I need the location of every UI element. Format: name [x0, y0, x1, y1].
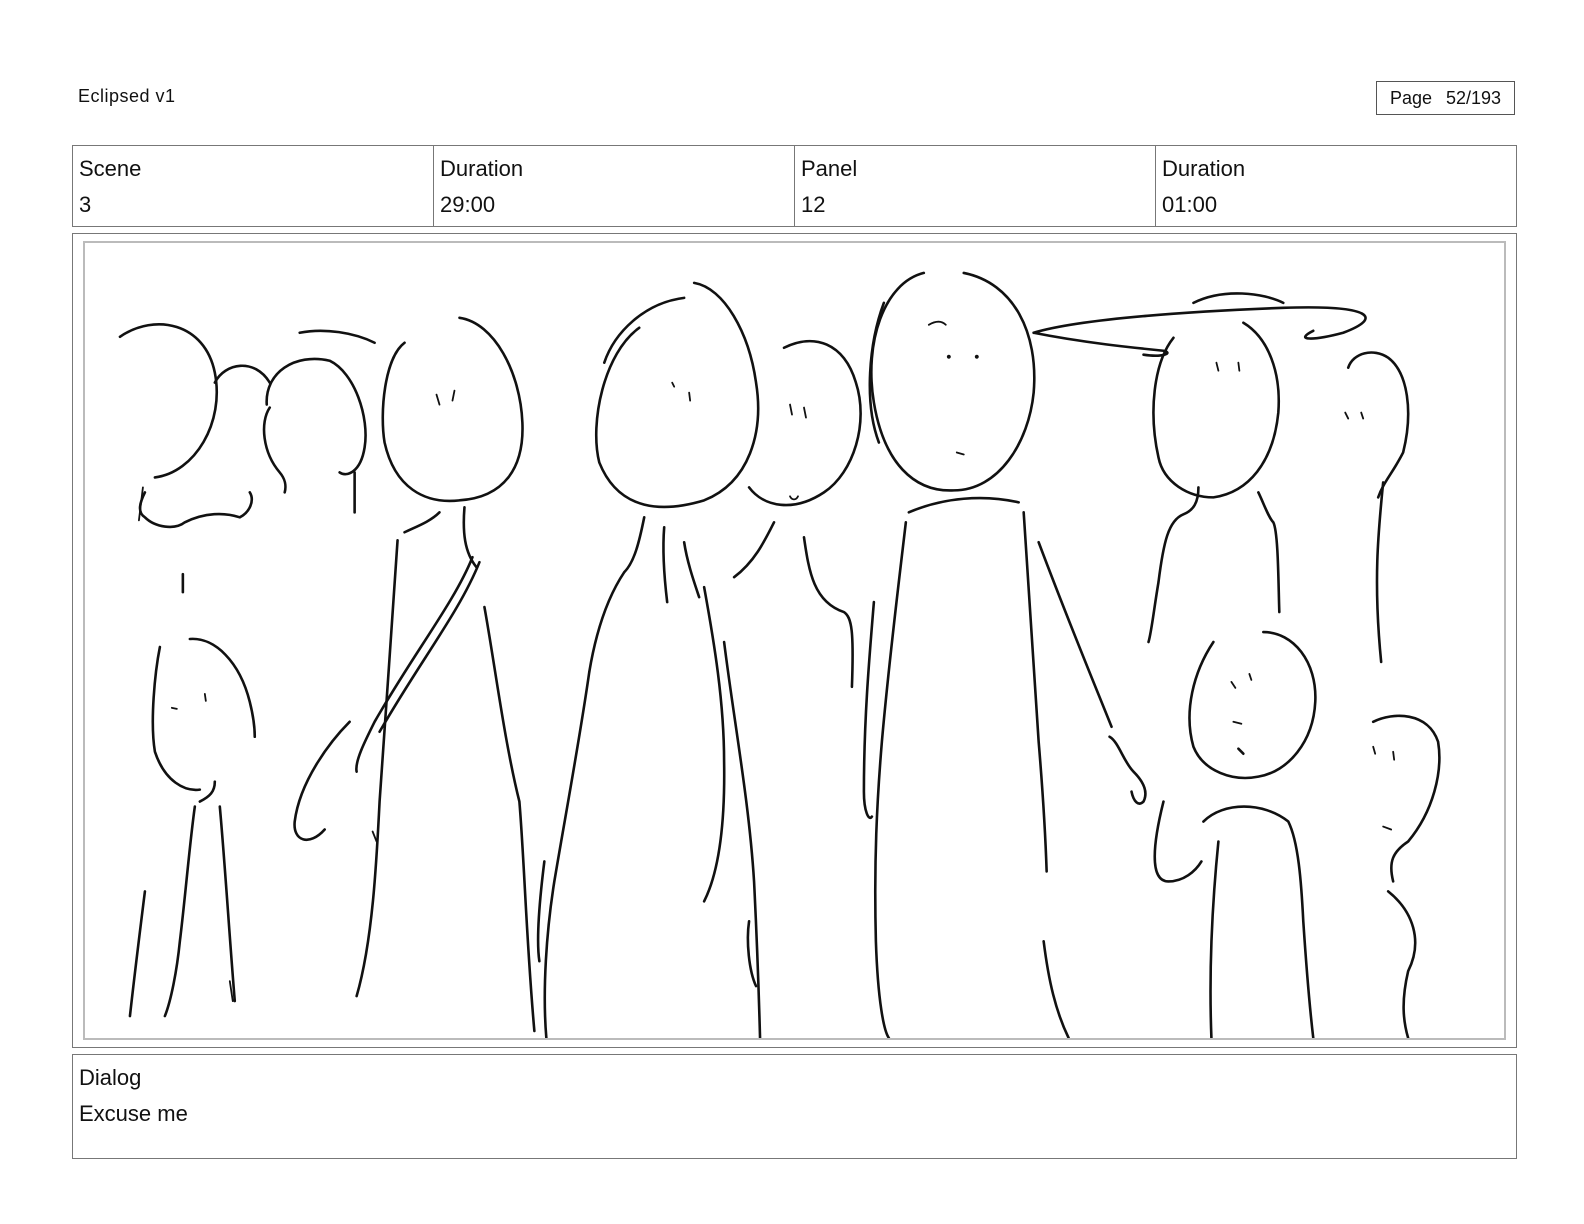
sketch-figure-right-back	[1344, 351, 1410, 664]
page-label: Page	[1389, 87, 1432, 108]
sketch-figure-tall-oval	[536, 281, 762, 1038]
scene-cell: Scene 3	[73, 146, 434, 226]
scene-duration-label: Duration	[440, 156, 524, 181]
panel-info-table: Scene 3 Duration 29:00 Panel 12 Duration…	[72, 145, 1517, 227]
storyboard-sketch-crowd	[118, 271, 1441, 1038]
sketch-figure-third	[293, 316, 536, 1033]
panel-value: 12	[801, 192, 826, 217]
sketch-figure-fifth	[732, 339, 862, 689]
storyboard-panel-image	[83, 241, 1506, 1040]
sketch-figure-far-right-child	[1371, 714, 1441, 1038]
sketch-figure-center	[862, 271, 1147, 1038]
panel-cell: Panel 12	[795, 146, 1156, 226]
scene-duration-cell: Duration 29:00	[434, 146, 795, 226]
sketch-figure-left-back	[118, 323, 254, 594]
sketch-figure-left-child	[128, 637, 257, 1018]
dialog-section: Dialog Excuse me	[72, 1054, 1517, 1159]
dialog-label: Dialog	[79, 1065, 142, 1090]
sketch-figure-hat	[1032, 292, 1367, 644]
scene-value: 3	[79, 192, 92, 217]
sketch-figure-left-middle	[213, 329, 376, 514]
scene-duration-value: 29:00	[440, 192, 496, 217]
panel-label: Panel	[801, 156, 858, 181]
dialog-text: Excuse me	[79, 1101, 188, 1126]
storyboard-panel-frame	[72, 233, 1517, 1048]
page-number: 52/193	[1445, 87, 1502, 108]
panel-duration-label: Duration	[1162, 156, 1246, 181]
sketch-figure-right-child	[1153, 630, 1317, 1038]
page-indicator: Page 52/193	[1376, 81, 1515, 115]
panel-duration-cell: Duration 01:00	[1156, 146, 1516, 226]
document-title: Eclipsed v1	[78, 86, 176, 106]
panel-duration-value: 01:00	[1162, 192, 1218, 217]
scene-label: Scene	[79, 156, 142, 181]
